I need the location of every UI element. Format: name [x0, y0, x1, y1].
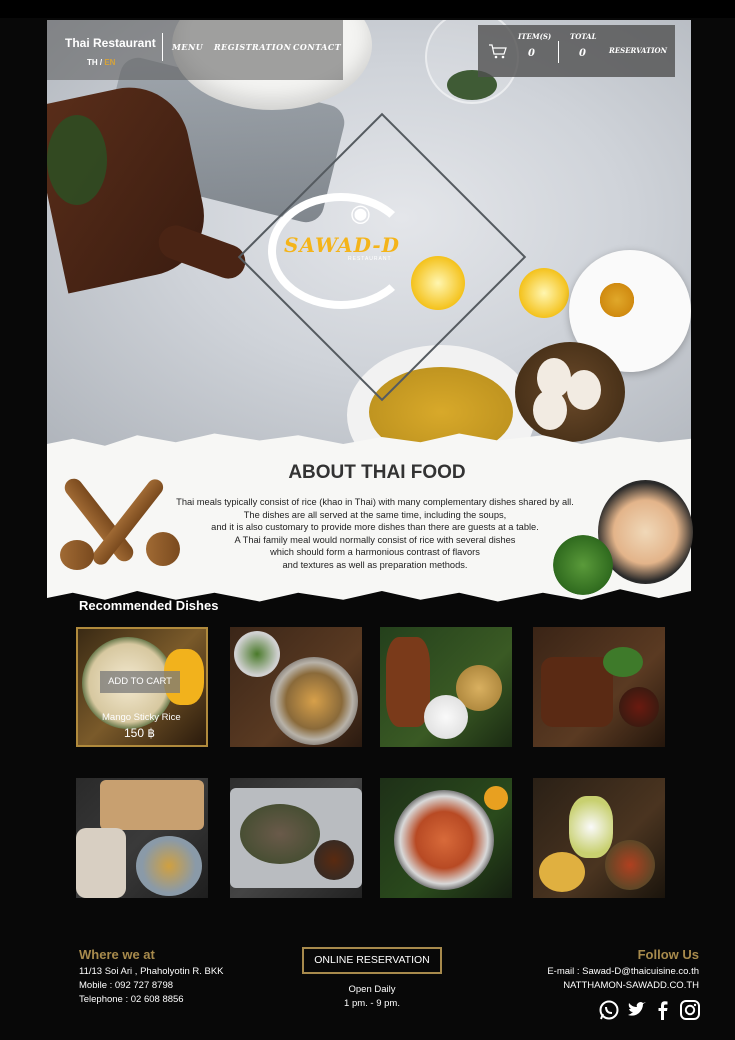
- about-line: which should form a harmonious contrast …: [270, 547, 480, 557]
- logo-subtitle: RESTAURANT: [348, 256, 392, 262]
- herb-decoration: [47, 115, 107, 205]
- follow-title: Follow Us: [637, 947, 699, 962]
- dish-name: Mango Sticky Rice: [102, 712, 181, 723]
- page: ◉ SAWAD-D RESTAURANT Thai Restaurant TH …: [0, 0, 735, 1040]
- total-value: 0: [579, 48, 586, 59]
- dish-card[interactable]: [230, 627, 362, 747]
- total-label: TOTAL: [570, 32, 597, 41]
- open-days: Open Daily: [348, 984, 396, 995]
- mobile-text[interactable]: Mobile : 092 727 8798: [79, 980, 173, 991]
- recommended-title: Recommended Dishes: [79, 598, 219, 613]
- dish-card[interactable]: [533, 627, 665, 747]
- cart-icon[interactable]: [488, 43, 508, 59]
- cart-summary: ITEM(S) 0 TOTAL 0 RESERVATION: [478, 25, 675, 77]
- top-frame: [0, 0, 735, 18]
- about-text: Thai meals typically consist of rice (kh…: [130, 496, 620, 571]
- nav-divider: [162, 33, 163, 61]
- spoon-head-decoration: [60, 540, 94, 570]
- website-text[interactable]: NATTHAMON-SAWADD.CO.TH: [563, 980, 699, 991]
- dish-card[interactable]: [533, 778, 665, 898]
- whatsapp-icon[interactable]: [598, 999, 620, 1021]
- telephone-text[interactable]: Telephone : 02 608 8856: [79, 994, 184, 1005]
- where-title: Where we at: [79, 947, 155, 962]
- about-line: A Thai family meal would normally consis…: [234, 534, 516, 545]
- items-count: 0: [528, 48, 535, 59]
- restaurant-logo[interactable]: ◉ SAWAD-D RESTAURANT: [268, 193, 458, 309]
- dish-price: 150 ฿: [124, 726, 155, 740]
- lemon-decoration: [519, 268, 569, 318]
- about-title: ABOUT THAI FOOD: [288, 462, 466, 483]
- online-reservation-button[interactable]: ONLINE RESERVATION: [302, 947, 442, 974]
- items-label: ITEM(S): [518, 32, 552, 41]
- email-text[interactable]: E-mail : Sawad-D@thaicuisine.co.th: [547, 966, 699, 977]
- top-nav: Thai Restaurant TH / EN MENU REGISTRATIO…: [47, 20, 343, 80]
- twitter-icon[interactable]: [626, 999, 648, 1021]
- about-line: and textures as well as preparation meth…: [282, 559, 468, 570]
- about-line: and it is also customary to provide more…: [211, 522, 539, 532]
- address-text: 11/13 Soi Ari , Phaholyotin R. BKK: [79, 966, 224, 977]
- dish-card[interactable]: [76, 778, 208, 898]
- nav-contact[interactable]: CONTACT: [293, 42, 341, 52]
- elephant-icon: ◉: [350, 200, 371, 227]
- about-line: Thai meals typically consist of rice (kh…: [176, 497, 574, 507]
- language-switcher: TH / EN: [87, 58, 115, 67]
- instagram-icon[interactable]: [679, 999, 701, 1021]
- reservation-link[interactable]: RESERVATION: [609, 46, 667, 55]
- facebook-icon[interactable]: [652, 999, 674, 1021]
- about-line: The dishes are all served at the same ti…: [243, 509, 507, 520]
- lang-th[interactable]: TH: [87, 58, 98, 67]
- dish-card[interactable]: [230, 778, 362, 898]
- logo-name: SAWAD-D: [284, 233, 401, 257]
- add-to-cart-button[interactable]: ADD TO CART: [100, 671, 180, 693]
- dish-card[interactable]: [380, 627, 512, 747]
- nav-registration[interactable]: REGISTRATION: [214, 42, 291, 52]
- brand-title[interactable]: Thai Restaurant: [65, 36, 156, 50]
- lang-en[interactable]: EN: [104, 58, 115, 67]
- dish-card[interactable]: [380, 778, 512, 898]
- nav-menu[interactable]: MENU: [172, 42, 203, 52]
- cart-divider: [558, 41, 559, 63]
- egg-basket-decoration: [515, 342, 625, 442]
- dish-card-mango-sticky-rice[interactable]: ADD TO CART Mango Sticky Rice 150 ฿: [76, 627, 208, 747]
- open-hours: 1 pm. - 9 pm.: [344, 998, 400, 1009]
